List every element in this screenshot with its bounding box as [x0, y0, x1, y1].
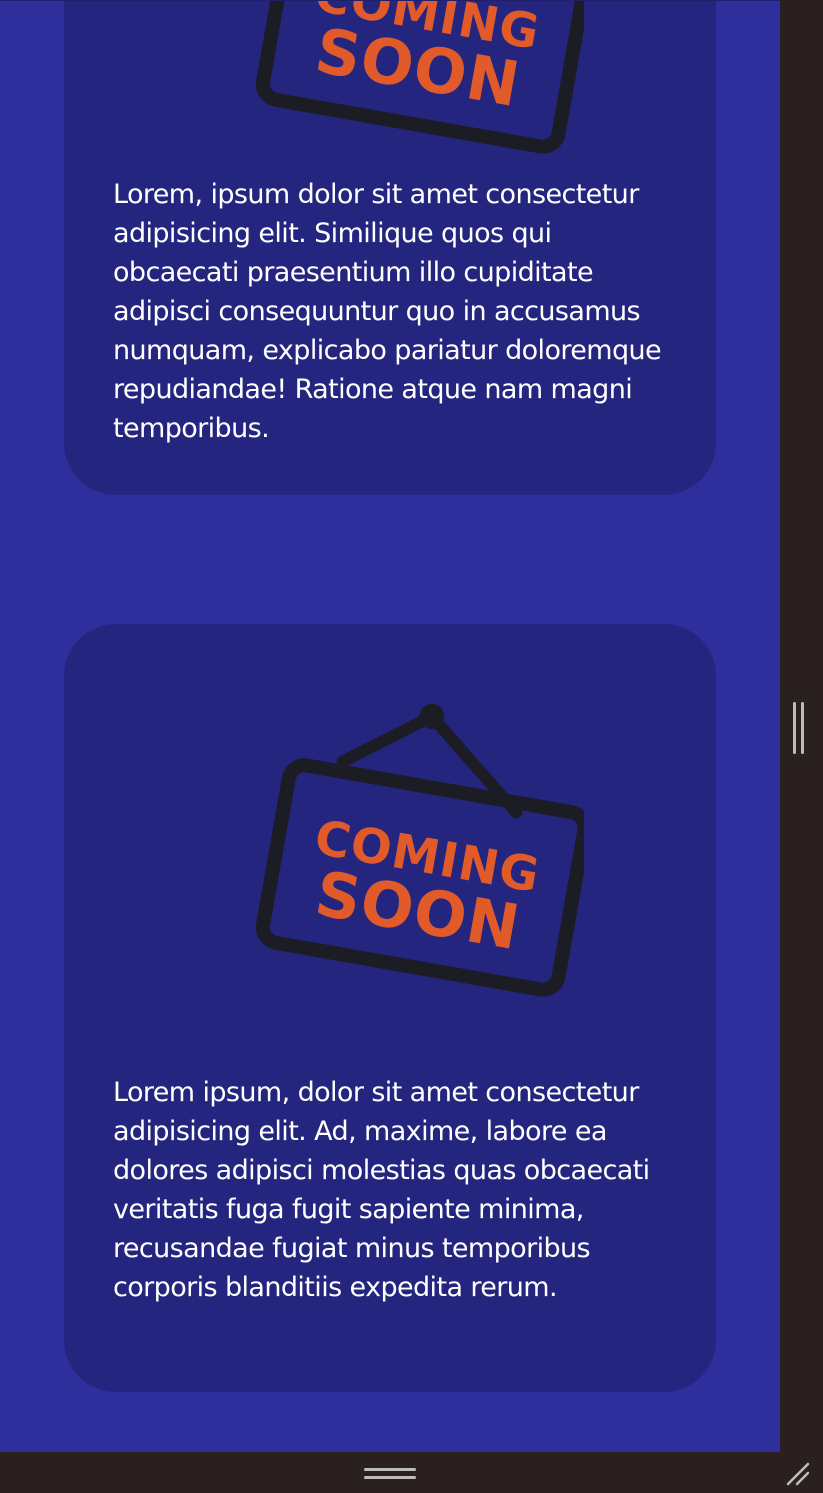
page-viewport: COMING SOON Lorem, ipsum dolor sit amet …: [0, 0, 780, 1452]
feature-card: COMING SOON Lorem ipsum, dolor sit amet …: [64, 624, 716, 1392]
coming-soon-sign-icon: COMING SOON: [255, 1, 584, 154]
card-description: Lorem ipsum, dolor sit amet consectetur …: [113, 1077, 650, 1303]
horizontal-split-handle-icon[interactable]: [364, 1468, 416, 1479]
handle-bar: [364, 1476, 416, 1479]
vertical-split-handle-icon[interactable]: [793, 702, 804, 754]
handle-bar: [801, 702, 804, 754]
handle-bar: [793, 702, 796, 754]
feature-card: COMING SOON Lorem, ipsum dolor sit amet …: [64, 1, 716, 495]
coming-soon-sign-icon: COMING SOON: [255, 703, 584, 997]
resize-grip-icon[interactable]: [784, 1460, 814, 1490]
bottom-gutter: [0, 1452, 823, 1493]
card-description: Lorem, ipsum dolor sit amet consectetur …: [113, 179, 662, 444]
handle-bar: [364, 1468, 416, 1471]
